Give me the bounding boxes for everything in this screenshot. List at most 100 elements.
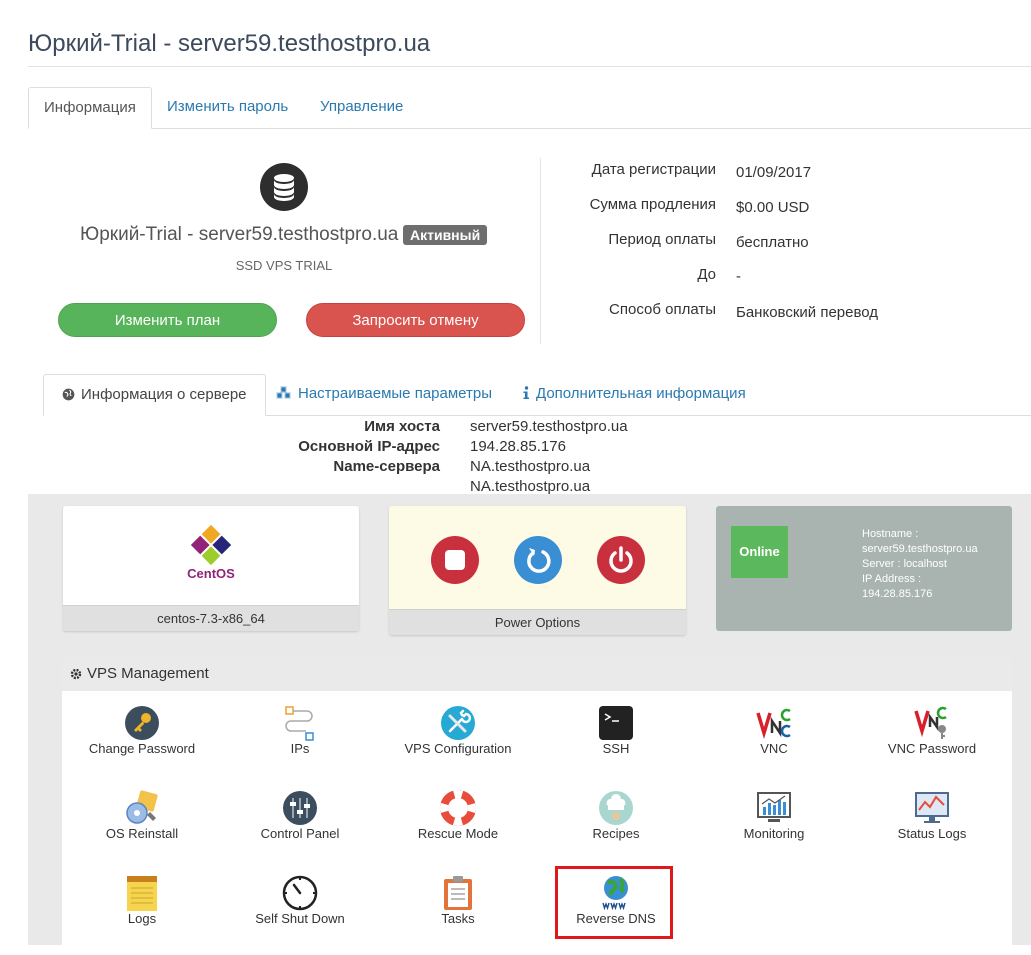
tab-change-password[interactable]: Изменить пароль — [152, 87, 303, 127]
server-tabs: Информация о сервере Настраиваемые парам… — [43, 374, 1031, 416]
vps-configuration-label: VPS Configuration — [404, 741, 512, 756]
title-divider — [28, 66, 1031, 67]
info-icon — [523, 386, 529, 399]
self-shut-down-label: Self Shut Down — [255, 911, 345, 926]
vnc-tile[interactable]: VNC — [695, 705, 853, 785]
status-hostname-label: Hostname : — [862, 528, 919, 540]
vnc-password-tile[interactable]: VNC Password — [853, 705, 1011, 785]
clock-icon — [282, 875, 318, 911]
os-reinstall-tile[interactable]: OS Reinstall — [63, 790, 221, 870]
due-date-label: До — [697, 266, 716, 283]
vps-management-header: VPS Management — [62, 657, 1012, 691]
ssh-label: SSH — [602, 741, 630, 756]
stop-icon — [445, 550, 465, 570]
status-server: Server : localhost — [862, 558, 947, 570]
cubes-icon — [276, 386, 291, 399]
logs-tile[interactable]: Logs — [63, 875, 221, 955]
power-button[interactable] — [597, 536, 645, 584]
stop-button[interactable] — [431, 536, 479, 584]
hostname-value: server59.testhostpro.ua — [470, 418, 628, 435]
vps-management-title: VPS Management — [87, 665, 209, 682]
status-logs-label: Status Logs — [897, 826, 967, 841]
vnc-label: VNC — [760, 741, 788, 756]
reg-date-label: Дата регистрации — [591, 161, 716, 178]
control-panel-label: Control Panel — [260, 826, 340, 841]
tab-additional-info[interactable]: Дополнительная информация — [504, 374, 764, 415]
os-reinstall-icon — [126, 790, 158, 824]
monitoring-icon — [757, 792, 791, 822]
key-icon — [125, 706, 159, 740]
logs-label: Logs — [127, 911, 157, 926]
nameserver-1: NA.testhostpro.ua — [470, 458, 591, 475]
ips-tile[interactable]: IPs — [221, 705, 379, 785]
nameservers-label: Name-сервера — [333, 458, 440, 475]
status-badge: Активный — [403, 225, 488, 245]
tab-configurable-options[interactable]: Настраиваемые параметры — [258, 374, 510, 415]
billing-period-value: бесплатно — [736, 234, 809, 251]
vnc-icon — [756, 708, 791, 740]
status-hostname: server59.testhostpro.ua — [862, 543, 978, 555]
billing-period-label: Период оплаты — [608, 231, 716, 248]
control-panel-tile[interactable]: Control Panel — [221, 790, 379, 870]
change-password-tile[interactable]: Change Password — [63, 705, 221, 785]
tab-server-info-label: Информация о сервере — [81, 386, 247, 403]
product-group: SSD VPS TRIAL — [235, 258, 333, 273]
vnc-password-label: VNC Password — [887, 741, 977, 756]
ssh-tile[interactable]: SSH — [537, 705, 695, 785]
status-logs-icon — [915, 792, 949, 823]
vps-management-panel: VPS Management Change Password IPs VPS C… — [62, 657, 1012, 945]
main-tabs: Информация Изменить пароль Управление — [28, 87, 1031, 129]
power-options-card: Power Options — [389, 506, 686, 635]
rescue-mode-tile[interactable]: Rescue Mode — [379, 790, 537, 870]
online-badge: Online — [731, 526, 788, 578]
power-icon — [609, 546, 633, 573]
tab-information[interactable]: Информация — [28, 87, 152, 129]
payment-method-value: Банковский перевод — [736, 304, 879, 321]
reg-date-value: 01/09/2017 — [736, 164, 812, 181]
chef-icon — [599, 791, 633, 825]
renewal-amount-value: $0.00 USD — [736, 199, 810, 216]
notepad-icon — [127, 876, 157, 911]
change-password-label: Change Password — [88, 741, 196, 756]
server-status-card: Online Hostname : server59.testhostpro.u… — [716, 506, 1012, 631]
tasks-tile[interactable]: Tasks — [379, 875, 537, 955]
tasks-label: Tasks — [441, 911, 475, 926]
centos-logo-text: CentOS — [187, 566, 235, 581]
monitoring-label: Monitoring — [743, 826, 805, 841]
ip-value: 194.28.85.176 — [470, 438, 566, 455]
os-reinstall-label: OS Reinstall — [105, 826, 179, 841]
clipboard-icon — [444, 876, 472, 910]
payment-method-label: Способ оплаты — [609, 301, 716, 318]
tab-server-info[interactable]: Информация о сервере — [43, 374, 266, 416]
restart-icon — [527, 548, 551, 573]
self-shut-down-tile[interactable]: Self Shut Down — [221, 875, 379, 955]
restart-button[interactable] — [514, 536, 562, 584]
rescue-mode-label: Rescue Mode — [417, 826, 499, 841]
monitoring-tile[interactable]: Monitoring — [695, 790, 853, 870]
database-icon — [260, 163, 308, 211]
vps-configuration-tile[interactable]: VPS Configuration — [379, 705, 537, 785]
page-title: Юркий-Trial - server59.testhostpro.ua — [28, 30, 431, 57]
status-ip: 194.28.85.176 — [862, 588, 933, 600]
terminal-icon — [599, 706, 633, 740]
change-plan-button[interactable]: Изменить план — [58, 303, 277, 337]
tab-additional-info-label: Дополнительная информация — [536, 385, 746, 402]
network-icon — [285, 706, 314, 741]
nameserver-2: NA.testhostpro.ua — [470, 478, 591, 495]
lifebuoy-icon — [440, 790, 476, 826]
product-name: Юркий-Trial - server59.testhostpro.ua — [80, 224, 399, 245]
recipes-label: Recipes — [592, 826, 640, 841]
renewal-amount-label: Сумма продления — [589, 196, 716, 213]
centos-logo-icon — [188, 522, 234, 568]
due-date-value: - — [736, 268, 741, 285]
tab-configurable-options-label: Настраиваемые параметры — [298, 385, 492, 402]
ip-label: Основной IP-адрес — [298, 438, 440, 455]
request-cancel-button[interactable]: Запросить отмену — [306, 303, 525, 337]
power-options-label: Power Options — [389, 609, 686, 635]
reverse-dns-highlight — [555, 866, 673, 939]
recipes-tile[interactable]: Recipes — [537, 790, 695, 870]
os-card: CentOS centos-7.3-x86_64 — [63, 506, 359, 631]
os-name: centos-7.3-x86_64 — [63, 605, 359, 631]
status-logs-tile[interactable]: Status Logs — [853, 790, 1011, 870]
tab-management[interactable]: Управление — [305, 87, 418, 127]
